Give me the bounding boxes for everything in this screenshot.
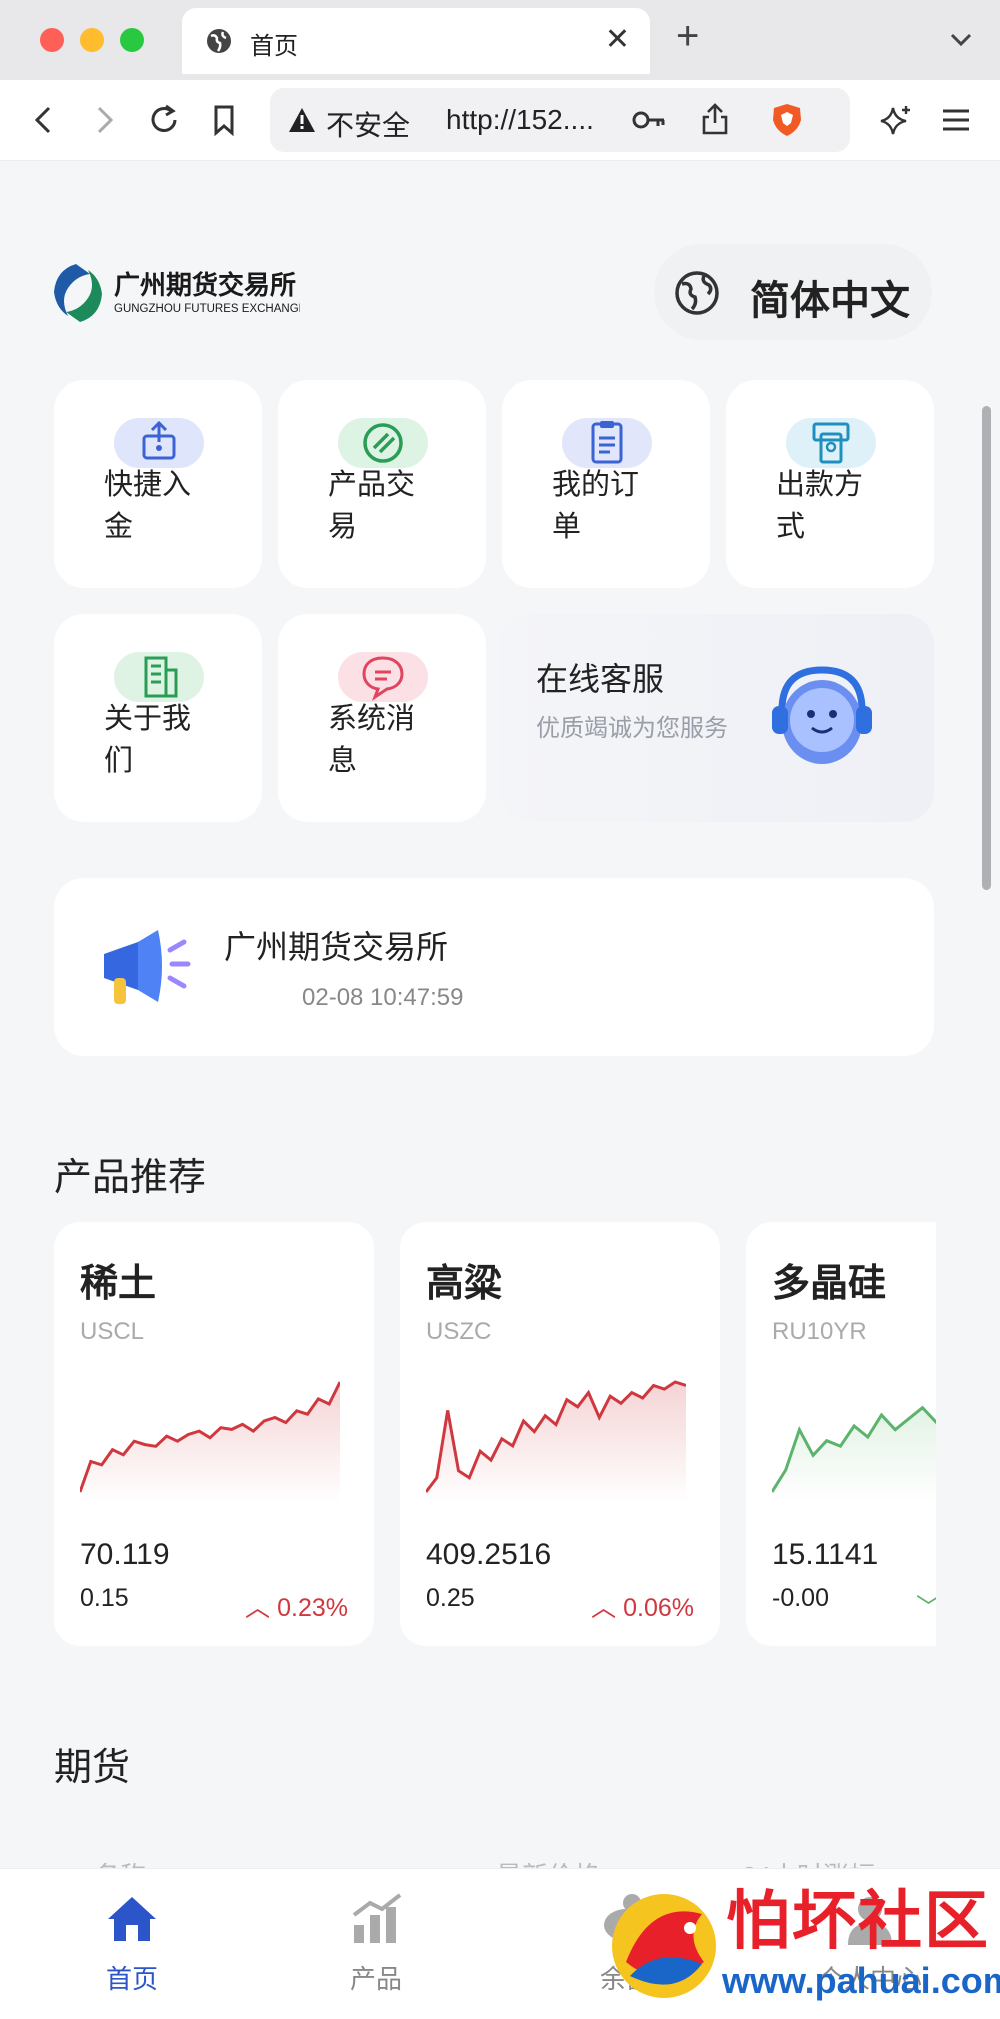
quick-action-label: 出款方式 <box>776 469 864 543</box>
warning-icon <box>289 108 315 132</box>
close-tab-icon[interactable]: ✕ <box>605 22 630 57</box>
product-sparkline <box>772 1405 936 1502</box>
nav-products[interactable]: 产品 <box>306 1891 446 1996</box>
arrow-up-icon: ︿ <box>245 1594 278 1622</box>
section-title-futures: 期货 <box>54 1747 131 1789</box>
product-price: 409.2516 <box>426 1538 552 1571</box>
close-window-button[interactable] <box>40 28 64 52</box>
nav-home[interactable]: 首页 <box>62 1891 202 1996</box>
clipboard-icon <box>562 418 652 468</box>
online-service-card[interactable]: 在线客服 优质竭诚为您服务 <box>500 614 934 822</box>
my-orders-card[interactable]: 我的订单 <box>502 380 710 588</box>
sparkline-area <box>80 1382 340 1502</box>
product-change: 0.25 <box>426 1584 475 1612</box>
browser-tab-bar: 首页 ✕ + <box>0 0 1000 80</box>
message-icon <box>338 652 428 702</box>
share-icon[interactable] <box>700 102 730 136</box>
product-sparkline <box>426 1380 686 1502</box>
service-subtitle: 优质竭诚为您服务 <box>536 715 728 742</box>
new-tab-button[interactable]: + <box>676 14 699 59</box>
notice-card[interactable]: 广州期货交易所 02-08 10:47:59 <box>54 878 934 1056</box>
sparkline-area <box>426 1382 686 1502</box>
url-text: http://152.... <box>446 104 594 135</box>
quick-deposit-card[interactable]: 快捷入金 <box>54 380 262 588</box>
menu-icon[interactable] <box>938 102 974 138</box>
product-price: 70.119 <box>80 1538 170 1571</box>
product-name: 稀土 <box>80 1263 157 1305</box>
megaphone-icon <box>104 930 191 1004</box>
product-code: USCL <box>80 1318 145 1345</box>
building-icon <box>114 652 204 702</box>
notice-time: 02-08 10:47:59 <box>302 984 464 1011</box>
arrow-down-icon: ﹀ <box>916 1588 936 1624</box>
svg-text:GUNGZHOU FUTURES EXCHANGE: GUNGZHOU FUTURES EXCHANGE <box>114 303 300 315</box>
product-trade-card[interactable]: 产品交易 <box>278 380 486 588</box>
product-name: 高粱 <box>426 1263 503 1305</box>
arrow-up-icon: ︿ <box>591 1594 624 1622</box>
chevron-down-icon[interactable] <box>948 26 974 52</box>
product-code: RU10YR <box>772 1318 867 1345</box>
notice-title: 广州期货交易所 <box>224 929 449 965</box>
quick-action-label: 系统消息 <box>328 703 416 777</box>
address-bar[interactable]: 不安全 http://152.... <box>270 88 850 152</box>
product-card[interactable]: 多晶硅 RU10YR 15.1141 -0.00 ﹀ <box>746 1222 936 1646</box>
ai-sparkle-icon[interactable] <box>878 102 914 138</box>
service-title: 在线客服 <box>536 661 665 697</box>
robot-avatar-icon <box>772 666 872 764</box>
forward-icon[interactable] <box>86 102 122 138</box>
watermark-logo <box>612 1894 716 1998</box>
back-icon[interactable] <box>26 102 62 138</box>
withdraw-icon <box>786 418 876 468</box>
tab-title: 首页 <box>250 33 298 60</box>
home-icon <box>108 1897 156 1941</box>
product-name: 多晶硅 <box>772 1263 887 1305</box>
percent-value: 0.06% <box>623 1594 694 1622</box>
brave-shield-icon[interactable] <box>770 102 804 138</box>
watermark: 怕坏社区 www.pahuai.com <box>606 1860 1000 2018</box>
globe-icon <box>675 271 719 315</box>
minimize-window-button[interactable] <box>80 28 104 52</box>
product-price: 15.1141 <box>772 1538 879 1571</box>
browser-tab[interactable]: 首页 ✕ <box>182 8 650 74</box>
exchange-logo: 广州期货交易所 GUNGZHOU FUTURES EXCHANGE <box>54 264 300 322</box>
page-scrollbar[interactable] <box>982 406 991 890</box>
quick-action-label: 我的订单 <box>552 469 640 543</box>
quick-action-label: 产品交易 <box>328 469 416 543</box>
key-icon[interactable] <box>632 106 666 134</box>
product-change: 0.15 <box>80 1584 129 1612</box>
about-us-card[interactable]: 关于我们 <box>54 614 262 822</box>
watermark-url: www.pahuai.com <box>722 1960 1000 2001</box>
bookmark-icon[interactable] <box>206 102 242 138</box>
percent-value: 0.23% <box>277 1594 348 1622</box>
section-title-recommend: 产品推荐 <box>54 1157 207 1199</box>
deposit-icon <box>114 418 204 468</box>
nav-label: 产品 <box>349 1964 402 1994</box>
product-code: USZC <box>426 1318 492 1345</box>
quick-action-label: 快捷入金 <box>104 469 192 543</box>
product-change: -0.00 <box>772 1584 829 1612</box>
product-percent: ︿ 0.23% <box>245 1588 348 1624</box>
language-label: 简体中文 <box>750 279 910 323</box>
watermark-text: 怕坏社区 <box>726 1885 990 1957</box>
globe-icon <box>207 29 231 53</box>
zoom-window-button[interactable] <box>120 28 144 52</box>
bar-chart-icon <box>352 1893 402 1943</box>
system-message-card[interactable]: 系统消息 <box>278 614 486 822</box>
product-percent: ︿ 0.06% <box>591 1588 694 1624</box>
product-sparkline <box>80 1381 340 1502</box>
product-card[interactable]: 高粱 USZC 409.2516 0.25 ︿ 0.06% <box>400 1222 720 1646</box>
svg-text:广州期货交易所: 广州期货交易所 <box>114 270 296 301</box>
quick-action-label: 关于我们 <box>104 703 192 777</box>
exchange-icon <box>338 418 428 468</box>
nav-label: 首页 <box>105 1964 158 1994</box>
language-selector[interactable]: 简体中文 <box>654 244 932 340</box>
product-card[interactable]: 稀土 USCL 70.119 0.15 ︿ 0.23% <box>54 1222 374 1646</box>
insecure-label: 不安全 <box>326 110 411 141</box>
withdraw-method-card[interactable]: 出款方式 <box>726 380 934 588</box>
browser-toolbar: 不安全 http://152.... <box>0 80 1000 161</box>
reload-icon[interactable] <box>146 102 182 138</box>
